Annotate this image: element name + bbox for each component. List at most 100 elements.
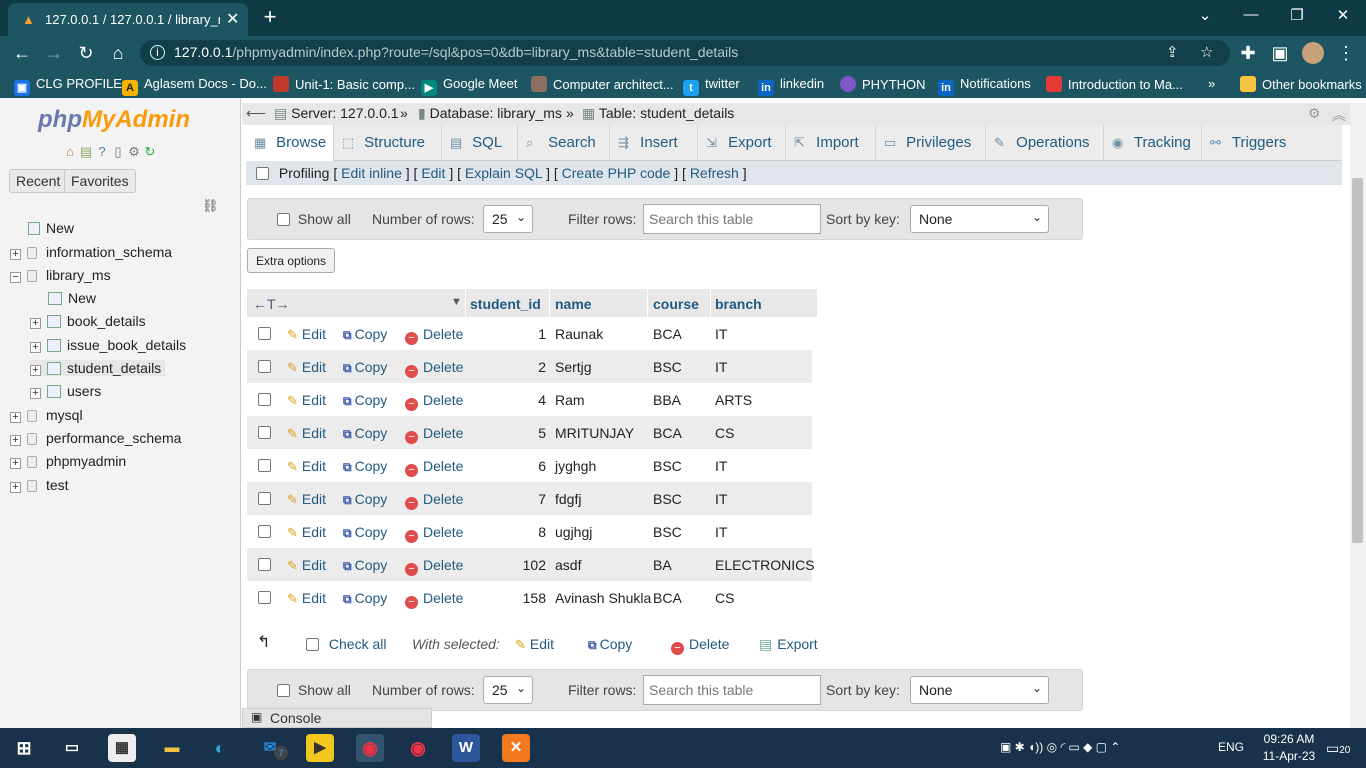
cell-branch[interactable]: CS: [715, 590, 734, 606]
expand-icon[interactable]: +: [10, 412, 21, 423]
show-all-checkbox[interactable]: [277, 213, 290, 226]
row-checkbox[interactable]: [258, 393, 271, 406]
row-edit-button[interactable]: ✎ Edit: [287, 392, 326, 409]
row-checkbox[interactable]: [258, 360, 271, 373]
column-header-course[interactable]: course: [653, 296, 699, 312]
extra-options-button[interactable]: Extra options: [247, 248, 336, 273]
row-edit-button[interactable]: ✎ Edit: [287, 491, 326, 508]
check-all-label[interactable]: Check all: [329, 636, 387, 652]
cell-course[interactable]: BBA: [653, 392, 681, 408]
row-copy-button[interactable]: ⧉ Copy: [343, 425, 387, 442]
cell-branch[interactable]: IT: [715, 524, 727, 540]
bulk-export-button[interactable]: ▤ Export: [759, 636, 818, 653]
row-delete-button[interactable]: − Delete: [405, 326, 463, 345]
breadcrumb-database[interactable]: ▮ Database: library_ms: [418, 105, 562, 122]
row-delete-button[interactable]: − Delete: [405, 392, 463, 411]
notifications-icon[interactable]: ▭20: [1326, 740, 1350, 757]
bookmark-item[interactable]: A Aglasem Docs - Do...: [122, 76, 267, 96]
cell-branch[interactable]: IT: [715, 491, 727, 507]
forward-icon[interactable]: →: [42, 41, 66, 65]
row-checkbox[interactable]: [258, 591, 271, 604]
tree-item-phpmyadmin[interactable]: + phpmyadmin: [10, 453, 126, 469]
cell-course[interactable]: BSC: [653, 491, 682, 507]
other-bookmarks[interactable]: Other bookmarks: [1240, 76, 1362, 92]
cell-name[interactable]: jyghgh: [555, 458, 596, 474]
windows-start-icon[interactable]: ⊞: [10, 734, 38, 762]
rows-per-page-select[interactable]: 25 ⌄: [483, 676, 533, 704]
cell-name[interactable]: Ram: [555, 392, 585, 408]
logout-icon[interactable]: ▤: [78, 144, 94, 160]
row-copy-button[interactable]: ⧉ Copy: [343, 326, 387, 343]
edit-inline-link[interactable]: Edit inline: [341, 165, 402, 181]
cell-course[interactable]: BSC: [653, 359, 682, 375]
column-arrows-icon[interactable]: ←T→: [253, 296, 290, 312]
row-edit-button[interactable]: ✎ Edit: [287, 458, 326, 475]
extensions-icon[interactable]: ✚: [1236, 41, 1260, 65]
cell-student-id[interactable]: 4: [465, 392, 546, 408]
tab-triggers[interactable]: ⚯ Triggers: [1202, 125, 1294, 161]
site-info-icon[interactable]: i: [150, 45, 165, 60]
close-window-button[interactable]: ✕: [1328, 6, 1358, 28]
mail-icon[interactable]: ✉ 7: [256, 734, 288, 762]
favorites-button[interactable]: Favorites: [64, 169, 136, 193]
bookmark-item[interactable]: in Notifications: [938, 76, 1031, 96]
row-edit-button[interactable]: ✎ Edit: [287, 557, 326, 574]
tree-item-new-table[interactable]: New: [48, 290, 96, 306]
cell-name[interactable]: Avinash Shukla: [555, 590, 651, 606]
cell-name[interactable]: MRITUNJAY: [555, 425, 634, 441]
row-copy-button[interactable]: ⧉ Copy: [343, 359, 387, 376]
row-edit-button[interactable]: ✎ Edit: [287, 359, 326, 376]
tree-item-information-schema[interactable]: + information_schema: [10, 244, 172, 260]
tree-item-test[interactable]: + test: [10, 477, 69, 493]
share-icon[interactable]: ⇪: [1166, 43, 1179, 61]
bulk-delete-button[interactable]: − Delete: [671, 636, 729, 655]
tab-structure[interactable]: ⬚ Structure: [334, 125, 442, 161]
cell-student-id[interactable]: 2: [465, 359, 546, 375]
row-checkbox[interactable]: [258, 327, 271, 340]
reload-icon[interactable]: ↻: [74, 41, 98, 65]
tree-item-issue-book-details[interactable]: + issue_book_details: [30, 337, 186, 353]
restore-button[interactable]: ❐: [1282, 6, 1312, 28]
chrome-icon[interactable]: ◉: [404, 734, 432, 762]
calculator-icon[interactable]: ▦: [108, 734, 136, 762]
row-checkbox[interactable]: [258, 459, 271, 472]
expand-icon[interactable]: +: [30, 388, 41, 399]
tree-item-book-details[interactable]: + book_details: [30, 313, 146, 329]
settings-icon[interactable]: ⚙: [126, 144, 142, 160]
create-php-code-link[interactable]: Create PHP code: [562, 165, 671, 181]
tab-insert[interactable]: ⇶ Insert: [610, 125, 698, 161]
row-delete-button[interactable]: − Delete: [405, 359, 463, 378]
show-all-checkbox[interactable]: [277, 684, 290, 697]
cell-branch[interactable]: ELECTRONICS: [715, 557, 815, 573]
row-copy-button[interactable]: ⧉ Copy: [343, 392, 387, 409]
link-with-main-panel-icon[interactable]: ⛓: [202, 198, 219, 214]
back-icon[interactable]: ←: [10, 41, 34, 65]
expand-icon[interactable]: +: [10, 482, 21, 493]
expand-icon[interactable]: +: [10, 435, 21, 446]
tab-tracking[interactable]: ◉ Tracking: [1104, 125, 1202, 161]
cell-name[interactable]: asdf: [555, 557, 581, 573]
language-indicator[interactable]: ENG: [1218, 740, 1244, 754]
chrome-active-icon[interactable]: ◉: [356, 734, 384, 762]
breadcrumb-server[interactable]: ▤ Server: 127.0.0.1: [274, 105, 399, 122]
cell-branch[interactable]: CS: [715, 425, 734, 441]
sort-by-key-select[interactable]: None ⌄: [910, 205, 1049, 233]
filter-rows-input[interactable]: Search this table: [643, 675, 821, 705]
collapse-sidebar-icon[interactable]: ⟵: [246, 105, 266, 122]
row-edit-button[interactable]: ✎ Edit: [287, 425, 326, 442]
browser-menu-icon[interactable]: ⋮: [1334, 41, 1358, 65]
row-checkbox[interactable]: [258, 426, 271, 439]
clock[interactable]: 09:26 AM 11-Apr-23: [1258, 732, 1320, 763]
cell-course[interactable]: BCA: [653, 590, 682, 606]
row-delete-button[interactable]: − Delete: [405, 524, 463, 543]
tree-item-performance-schema[interactable]: + performance_schema: [10, 430, 181, 446]
xampp-icon[interactable]: ✕: [502, 734, 530, 762]
cell-branch[interactable]: ARTS: [715, 392, 752, 408]
tree-item-users[interactable]: + users: [30, 383, 101, 399]
tree-item-new[interactable]: New: [28, 220, 74, 236]
row-delete-button[interactable]: − Delete: [405, 425, 463, 444]
minimize-button[interactable]: —: [1236, 6, 1266, 28]
profiling-checkbox[interactable]: [256, 167, 269, 180]
cell-branch[interactable]: IT: [715, 458, 727, 474]
tree-item-mysql[interactable]: + mysql: [10, 407, 83, 423]
